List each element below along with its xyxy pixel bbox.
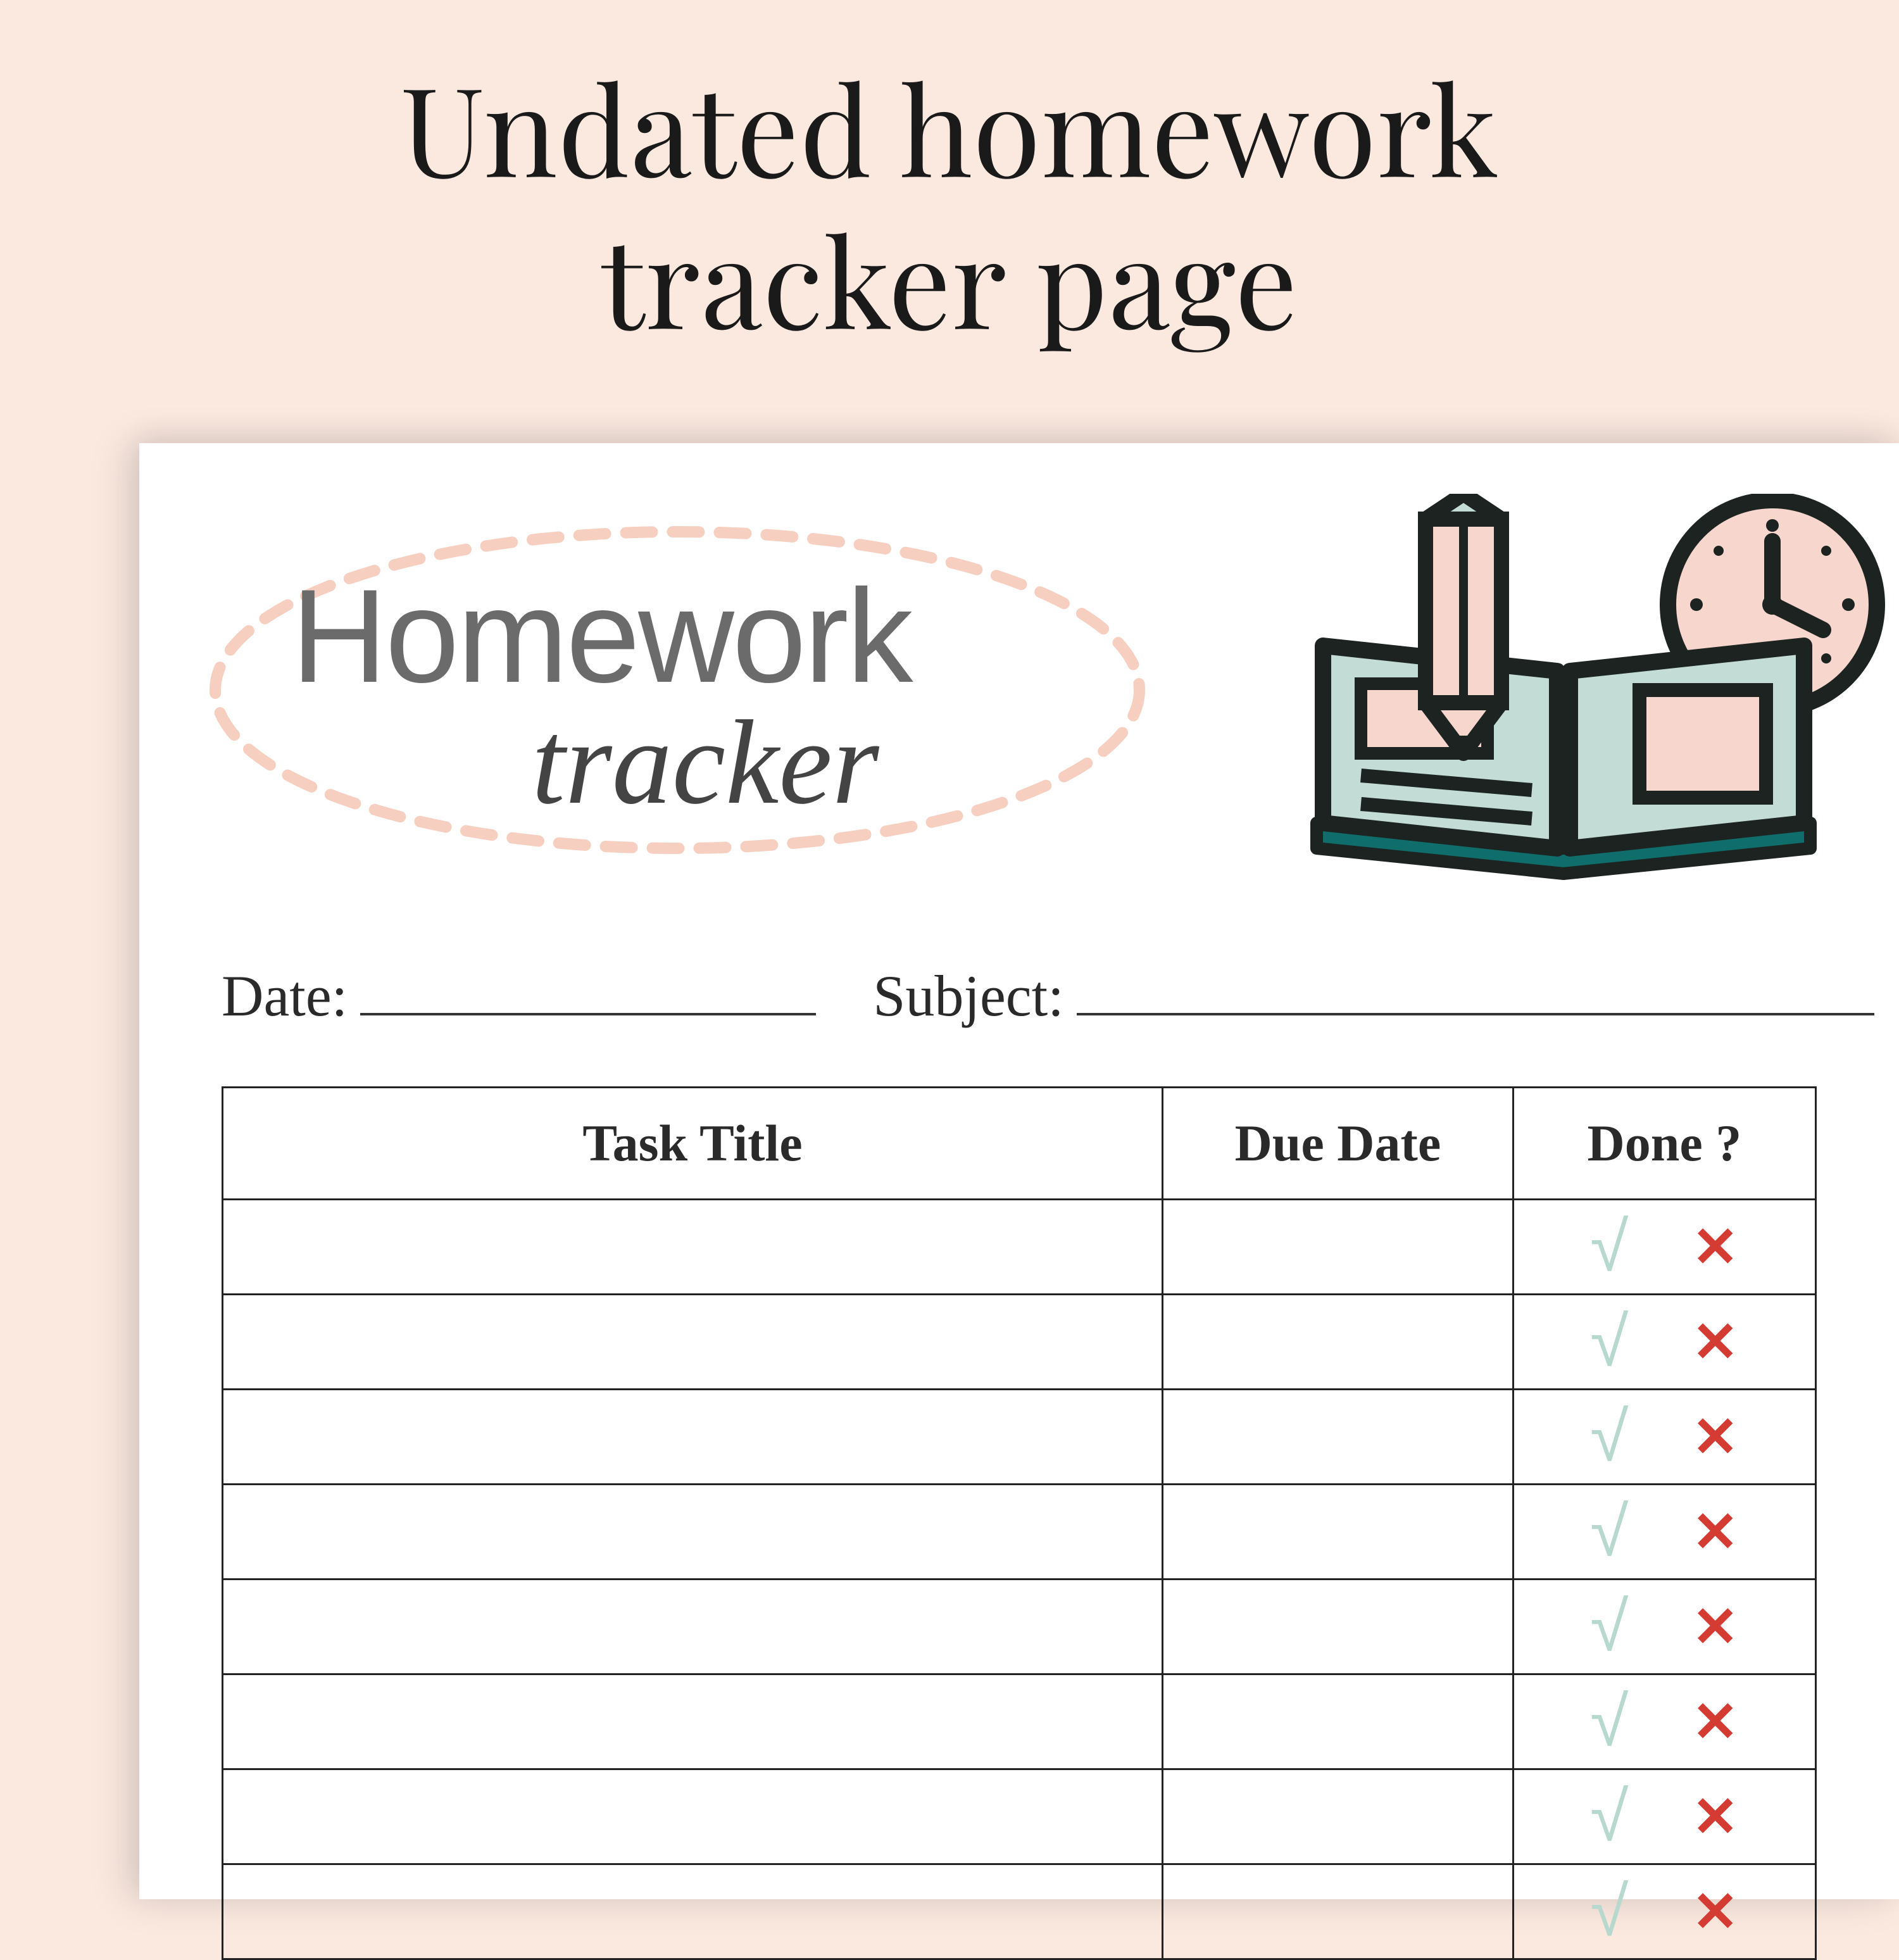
due-cell bbox=[1163, 1580, 1514, 1674]
sheet-header: Homework tracker bbox=[222, 500, 1817, 905]
done-cell: √✕ bbox=[1513, 1674, 1815, 1769]
check-icon: √ bbox=[1590, 1302, 1628, 1382]
cross-icon: ✕ bbox=[1692, 1214, 1739, 1279]
table-row: √✕ bbox=[223, 1390, 1816, 1485]
task-cell bbox=[223, 1674, 1163, 1769]
col-task-title: Task Title bbox=[223, 1088, 1163, 1200]
date-field: Date: bbox=[222, 962, 816, 1029]
meta-row: Date: Subject: bbox=[222, 962, 1817, 1029]
task-cell bbox=[223, 1580, 1163, 1674]
due-cell bbox=[1163, 1674, 1514, 1769]
task-cell bbox=[223, 1769, 1163, 1864]
table-row: √✕ bbox=[223, 1295, 1816, 1390]
done-cell: √✕ bbox=[1513, 1485, 1815, 1580]
task-cell bbox=[223, 1485, 1163, 1580]
task-cell bbox=[223, 1295, 1163, 1390]
cross-icon: ✕ bbox=[1692, 1879, 1739, 1944]
due-cell bbox=[1163, 1295, 1514, 1390]
subject-underline bbox=[1077, 972, 1874, 1015]
tracker-table: Task Title Due Date Done ? √✕√✕√✕√✕√✕√✕√… bbox=[222, 1086, 1817, 1960]
table-row: √✕ bbox=[223, 1200, 1816, 1295]
page-heading: Undated homeworktracker page bbox=[0, 51, 1899, 355]
table-row: √✕ bbox=[223, 1674, 1816, 1769]
done-cell: √✕ bbox=[1513, 1200, 1815, 1295]
due-cell bbox=[1163, 1485, 1514, 1580]
homework-art-icon bbox=[1266, 494, 1886, 899]
task-cell bbox=[223, 1390, 1163, 1485]
cross-icon: ✕ bbox=[1692, 1309, 1739, 1374]
cross-icon: ✕ bbox=[1692, 1404, 1739, 1469]
check-icon: √ bbox=[1590, 1681, 1628, 1762]
date-underline bbox=[360, 972, 816, 1015]
task-cell bbox=[223, 1200, 1163, 1295]
cross-icon: ✕ bbox=[1692, 1594, 1739, 1659]
done-cell: √✕ bbox=[1513, 1864, 1815, 1959]
done-cell: √✕ bbox=[1513, 1295, 1815, 1390]
check-icon: √ bbox=[1590, 1397, 1628, 1477]
table-row: √✕ bbox=[223, 1864, 1816, 1959]
done-cell: √✕ bbox=[1513, 1769, 1815, 1864]
check-icon: √ bbox=[1590, 1871, 1628, 1952]
check-icon: √ bbox=[1590, 1492, 1628, 1572]
done-cell: √✕ bbox=[1513, 1390, 1815, 1485]
sheet-logo: Homework tracker bbox=[196, 513, 1158, 867]
cross-icon: ✕ bbox=[1692, 1784, 1739, 1849]
check-icon: √ bbox=[1590, 1776, 1628, 1857]
book-icon bbox=[1317, 646, 1810, 874]
table-row: √✕ bbox=[223, 1580, 1816, 1674]
table-row: √✕ bbox=[223, 1769, 1816, 1864]
pencil-icon bbox=[1426, 494, 1501, 753]
due-cell bbox=[1163, 1200, 1514, 1295]
done-cell: √✕ bbox=[1513, 1580, 1815, 1674]
col-due-date: Due Date bbox=[1163, 1088, 1514, 1200]
col-done: Done ? bbox=[1513, 1088, 1815, 1200]
task-cell bbox=[223, 1864, 1163, 1959]
table-row: √✕ bbox=[223, 1485, 1816, 1580]
check-icon: √ bbox=[1590, 1207, 1628, 1287]
tracker-sheet: Homework tracker bbox=[139, 443, 1899, 1899]
logo-word-homework: Homework bbox=[291, 570, 912, 703]
logo-word-tracker: tracker bbox=[291, 709, 912, 817]
cross-icon: ✕ bbox=[1692, 1689, 1739, 1754]
cross-icon: ✕ bbox=[1692, 1499, 1739, 1564]
subject-field: Subject: bbox=[873, 962, 1874, 1029]
due-cell bbox=[1163, 1390, 1514, 1485]
subject-label: Subject: bbox=[873, 962, 1064, 1029]
date-label: Date: bbox=[222, 962, 348, 1029]
due-cell bbox=[1163, 1864, 1514, 1959]
check-icon: √ bbox=[1590, 1586, 1628, 1667]
due-cell bbox=[1163, 1769, 1514, 1864]
